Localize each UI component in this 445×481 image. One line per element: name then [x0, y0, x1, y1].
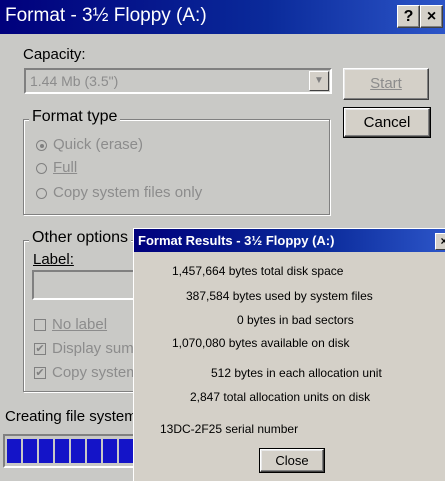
option-quick-label: Quick (erase) [53, 136, 144, 153]
option-full-label: Full [53, 159, 78, 176]
progress-fill [7, 439, 133, 463]
option-copy-system-label: Copy system files only [53, 184, 203, 201]
no-label-text: No label [52, 316, 108, 333]
help-button[interactable]: ? [397, 5, 420, 28]
close-results-button[interactable]: Close [259, 448, 325, 473]
progress-segment [55, 439, 69, 463]
progress-segment [71, 439, 85, 463]
results-close-icon[interactable]: × [435, 233, 445, 250]
result-system-files: 387,584 bytes used by system files [186, 289, 373, 303]
status-text: Creating file system [5, 408, 137, 425]
capacity-value: 1.44 Mb (3.5") [30, 73, 119, 89]
cancel-button[interactable]: Cancel [343, 107, 431, 138]
chevron-down-icon[interactable]: ▼ [309, 71, 329, 91]
progress-segment [87, 439, 101, 463]
result-total-units: 2,847 total allocation units on disk [190, 390, 371, 404]
radio-full[interactable] [36, 163, 47, 174]
format-results-dialog: Format Results - 3½ Floppy (A:) × 1,457,… [133, 228, 445, 481]
no-label-checkbox[interactable] [34, 319, 46, 331]
start-label: Start [370, 75, 402, 92]
result-total-space: 1,457,664 bytes total disk space [172, 264, 344, 278]
window-title: Format - 3½ Floppy (A:) [5, 5, 207, 26]
results-title-bar: Format Results - 3½ Floppy (A:) × [134, 229, 445, 252]
format-type-title: Format type [29, 108, 121, 126]
result-allocation-unit: 512 bytes in each allocation unit [211, 366, 382, 380]
radio-quick[interactable] [36, 140, 47, 151]
progress-segment [23, 439, 37, 463]
results-title: Format Results - 3½ Floppy (A:) [138, 233, 335, 248]
capacity-dropdown[interactable]: 1.44 Mb (3.5") ▼ [24, 68, 332, 94]
other-options-title: Other options [29, 229, 132, 247]
progress-segment [119, 439, 133, 463]
result-available: 1,070,080 bytes available on disk [172, 336, 350, 350]
progress-bar [3, 434, 135, 468]
progress-segment [103, 439, 117, 463]
capacity-label: Capacity: [23, 46, 86, 63]
result-serial-number: 13DC-2F25 serial number [160, 422, 299, 436]
start-button[interactable]: Start [343, 68, 429, 100]
title-bar: Format - 3½ Floppy (A:) ? × [0, 0, 445, 34]
display-summary-checkbox[interactable]: ✔ [34, 343, 46, 355]
result-bad-sectors: 0 bytes in bad sectors [237, 313, 354, 327]
close-button[interactable]: × [420, 5, 443, 28]
copy-system-checkbox[interactable]: ✔ [34, 367, 46, 379]
label-input[interactable] [32, 270, 142, 300]
label-caption: Label: [33, 251, 74, 268]
progress-segment [7, 439, 21, 463]
progress-segment [39, 439, 53, 463]
radio-copy-system[interactable] [36, 188, 47, 199]
